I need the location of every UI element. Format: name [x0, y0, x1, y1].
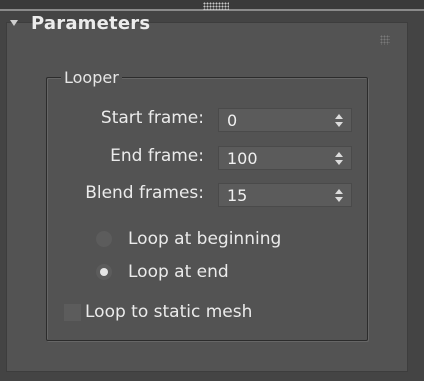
- checkbox-icon[interactable]: [64, 303, 81, 321]
- radio-loop-at-end[interactable]: Loop at end: [96, 262, 229, 282]
- panel-splitter-handle[interactable]: [203, 2, 229, 10]
- radio-loop-at-beginning[interactable]: Loop at beginning: [96, 229, 281, 249]
- spinner-up-icon[interactable]: [335, 189, 343, 194]
- radio-loop-at-end-label: Loop at end: [128, 262, 229, 282]
- rollout-title: Parameters: [31, 12, 151, 34]
- start-frame-spinner[interactable]: 0: [218, 108, 352, 132]
- spinner-down-icon[interactable]: [335, 122, 343, 127]
- blend-frames-label: Blend frames:: [85, 183, 204, 203]
- spinner-arrows-icon[interactable]: [335, 114, 343, 128]
- drag-grip-icon[interactable]: [380, 35, 390, 45]
- spinner-up-icon[interactable]: [335, 152, 343, 157]
- loop-to-static-mesh-checkbox[interactable]: Loop to static mesh: [64, 302, 252, 322]
- end-frame-spinner[interactable]: 100: [218, 146, 352, 170]
- spinner-arrows-icon[interactable]: [335, 152, 343, 166]
- start-frame-label: Start frame:: [100, 108, 204, 128]
- radio-button-checked-icon[interactable]: [96, 264, 112, 280]
- radio-loop-at-beginning-label: Loop at beginning: [128, 229, 282, 249]
- end-frame-value[interactable]: 100: [227, 148, 258, 170]
- looper-group-title: Looper: [61, 68, 122, 88]
- start-frame-value[interactable]: 0: [227, 110, 237, 132]
- rollout-header[interactable]: Parameters: [8, 12, 150, 34]
- blend-frames-value[interactable]: 15: [227, 185, 247, 207]
- spinner-arrows-icon[interactable]: [335, 189, 343, 203]
- collapse-arrow-icon[interactable]: [10, 20, 18, 26]
- spinner-up-icon[interactable]: [335, 114, 343, 119]
- radio-button-icon[interactable]: [96, 231, 112, 247]
- spinner-down-icon[interactable]: [335, 197, 343, 202]
- spinner-down-icon[interactable]: [335, 160, 343, 165]
- end-frame-label: End frame:: [110, 146, 204, 166]
- loop-to-static-mesh-label: Loop to static mesh: [85, 302, 253, 322]
- blend-frames-spinner[interactable]: 15: [218, 183, 352, 207]
